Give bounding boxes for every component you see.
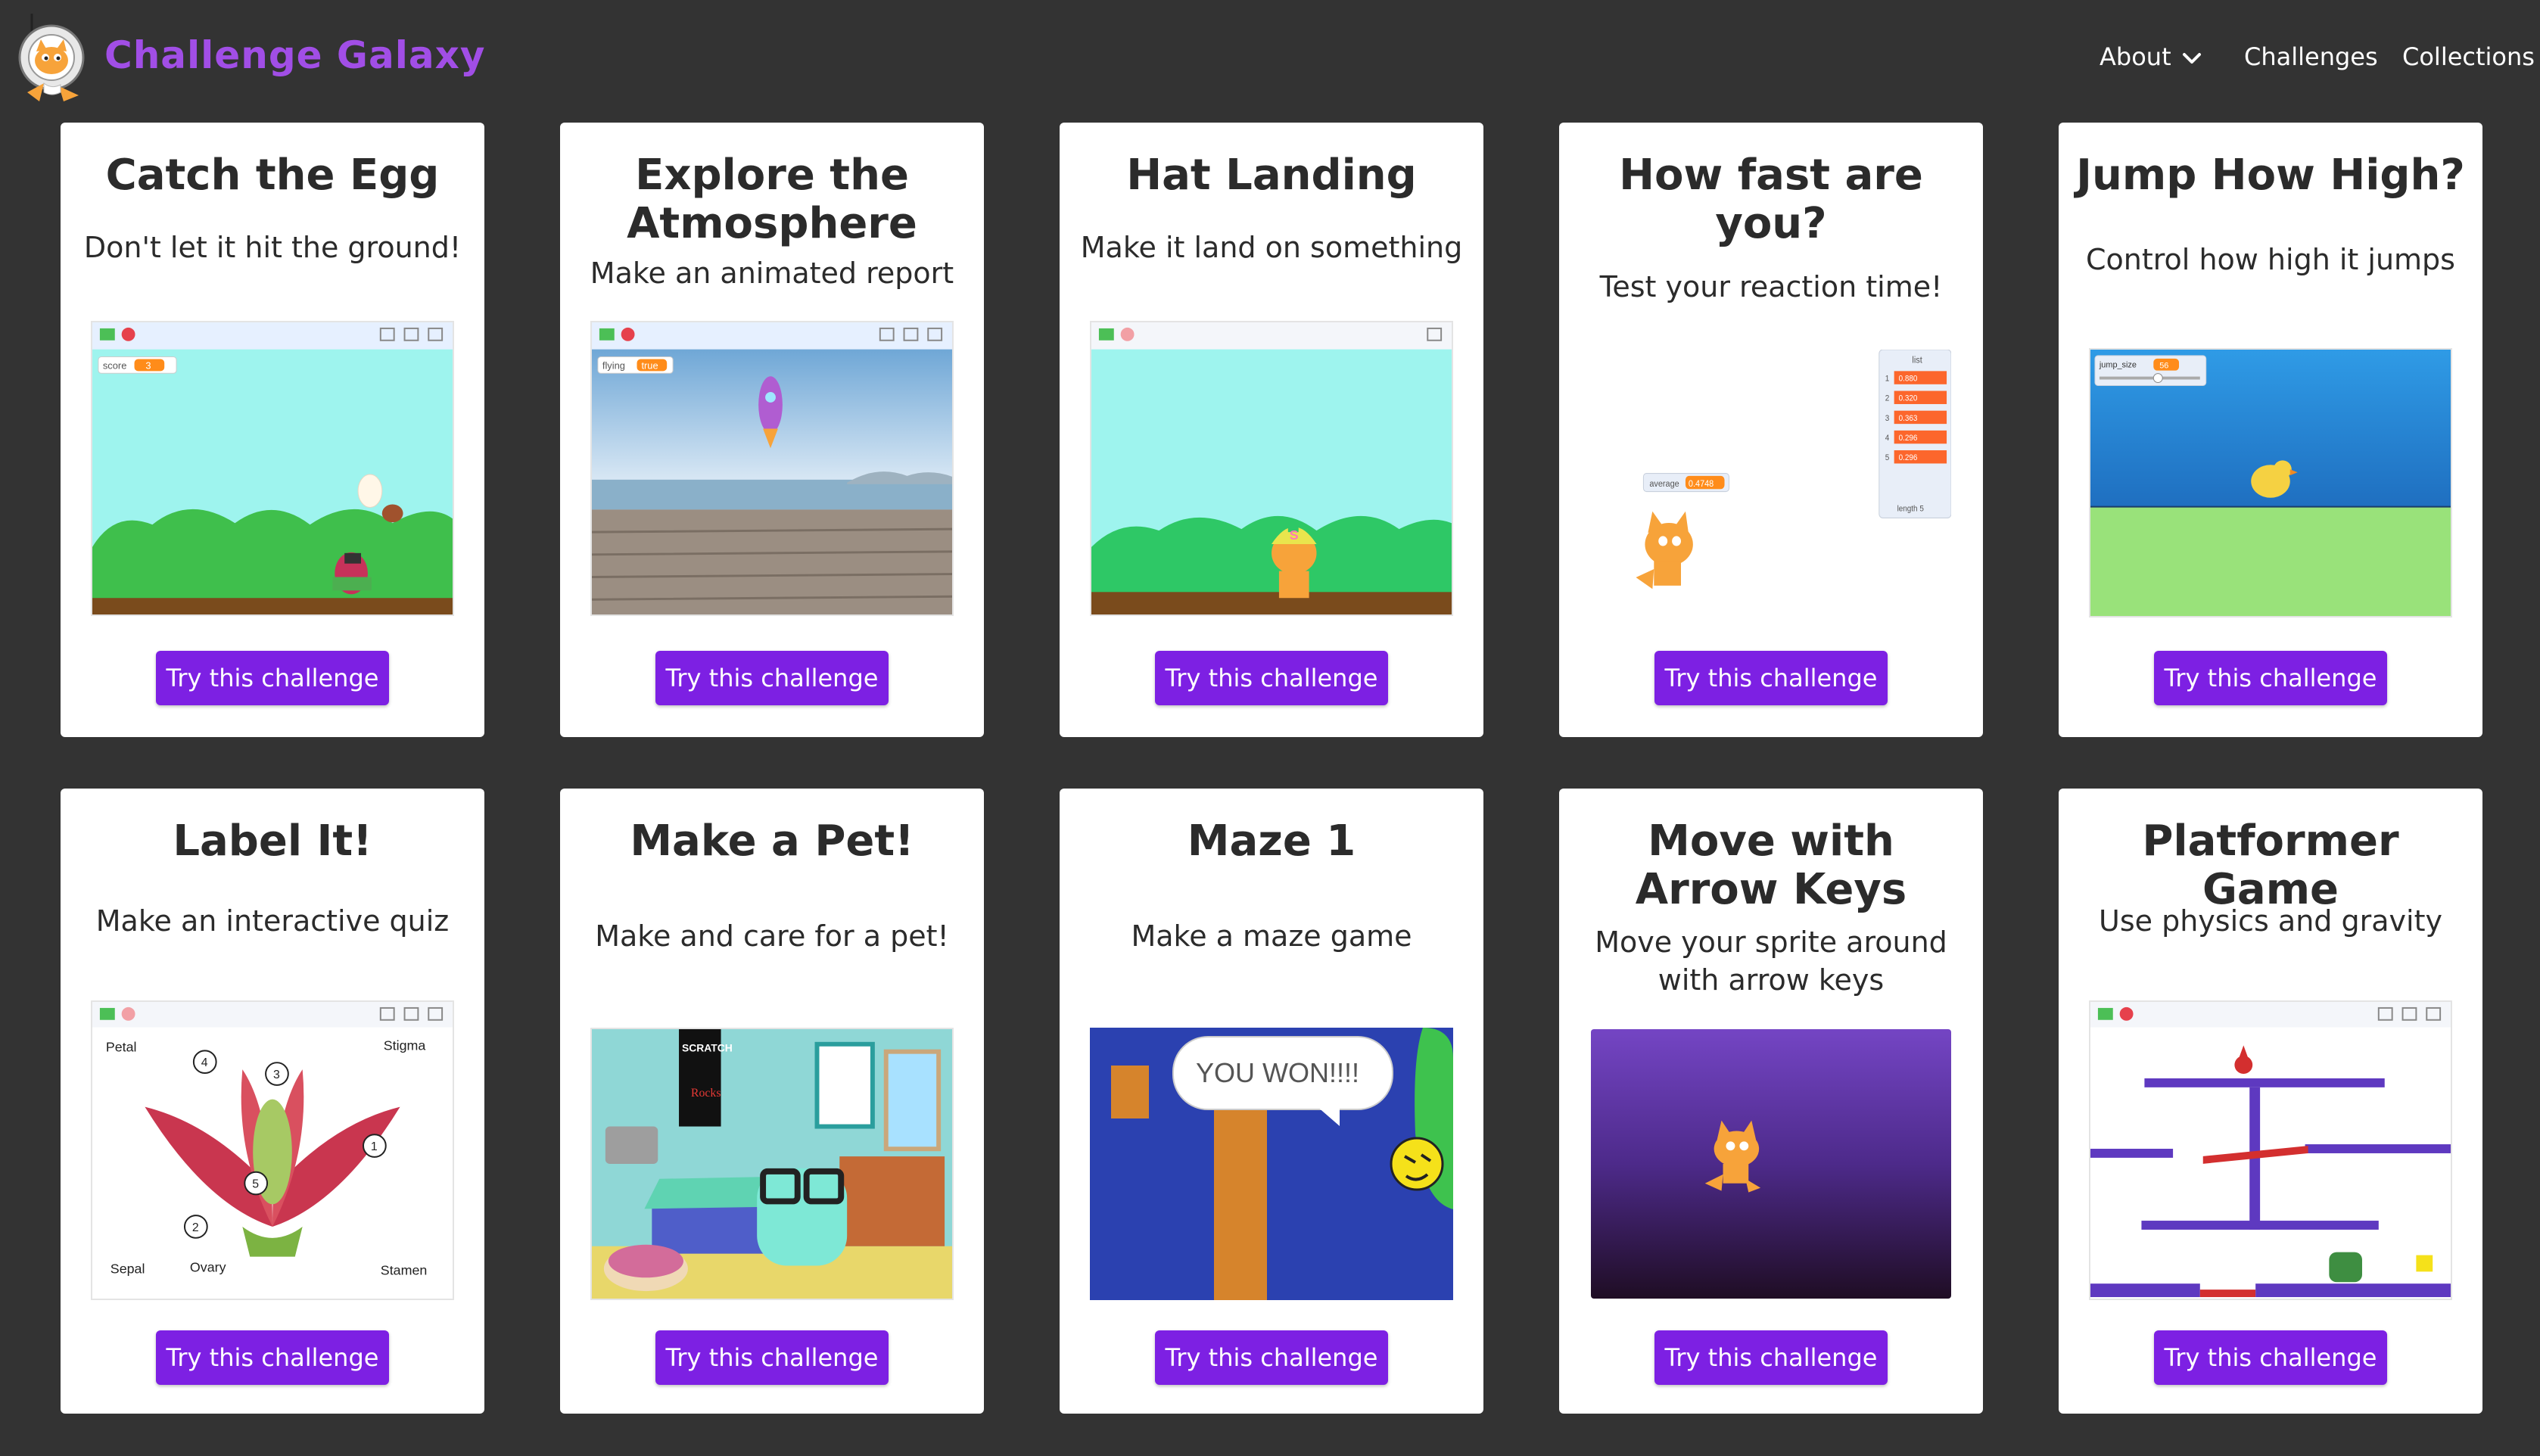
- try-challenge-button[interactable]: Try this challenge: [655, 651, 889, 705]
- card-title: Maze 1: [1187, 817, 1356, 866]
- score-label: score: [103, 359, 126, 371]
- project-thumbnail: list 1 0.880 2 0.320 3 0.363 4 0.296 5 0…: [1589, 348, 1953, 643]
- svg-text:Ovary: Ovary: [190, 1259, 226, 1274]
- card-subtitle: Make an animated report: [590, 257, 954, 290]
- scratch-cat-astronaut-logo[interactable]: [14, 14, 101, 104]
- nav-collections[interactable]: Collections: [2402, 42, 2535, 71]
- svg-text:length 5: length 5: [1897, 505, 1924, 514]
- card-title: Label It!: [173, 817, 372, 866]
- card-subtitle: Make it land on something: [1080, 231, 1463, 264]
- svg-text:3: 3: [1885, 414, 1890, 423]
- chevron-down-icon: [2182, 53, 2201, 64]
- svg-text:Stigma: Stigma: [384, 1038, 426, 1053]
- svg-text:list: list: [1912, 356, 1922, 366]
- project-thumbnail: SCRATCH Rocks: [590, 1028, 954, 1300]
- card-subtitle: Control how high it jumps: [2086, 243, 2455, 276]
- card-title: Make a Pet!: [630, 817, 914, 866]
- challenge-card-label-it: Label It! Make an interactive quiz Petal…: [61, 789, 484, 1414]
- card-title: How fast are you?: [1619, 151, 1923, 248]
- project-thumbnail: score 3: [91, 321, 454, 616]
- card-title: Platformer Game: [2142, 817, 2399, 914]
- svg-text:2: 2: [1885, 394, 1890, 403]
- card-title: Explore the Atmosphere: [627, 151, 917, 248]
- challenge-card-hat-landing: Hat Landing Make it land on something S …: [1060, 123, 1483, 737]
- svg-text:0.4748: 0.4748: [1689, 480, 1714, 490]
- challenge-card-make-a-pet: Make a Pet! Make and care for a pet! SCR…: [560, 789, 984, 1414]
- card-subtitle: Make an interactive quiz: [95, 904, 450, 938]
- speech-bubble-text: YOU WON!!!!: [1196, 1057, 1359, 1088]
- svg-text:Stamen: Stamen: [381, 1262, 428, 1277]
- navbar: Challenge Galaxy About Challenges Collec…: [0, 0, 2540, 114]
- challenge-card-how-fast-are-you: How fast are you? Test your reaction tim…: [1559, 123, 1983, 737]
- project-thumbnail: [1589, 1028, 1953, 1300]
- svg-text:jump_size: jump_size: [2099, 361, 2137, 370]
- svg-text:3: 3: [273, 1069, 280, 1081]
- svg-text:true: true: [641, 359, 658, 371]
- try-challenge-button[interactable]: Try this challenge: [2154, 1330, 2387, 1385]
- svg-text:flying: flying: [602, 359, 625, 371]
- card-title: Catch the Egg: [105, 151, 440, 200]
- svg-text:SCRATCH: SCRATCH: [682, 1042, 733, 1054]
- svg-text:S: S: [1290, 527, 1299, 543]
- svg-text:2: 2: [192, 1221, 199, 1234]
- challenge-card-platformer-game: Platformer Game Use physics and gravity: [2059, 789, 2482, 1414]
- svg-text:4: 4: [1885, 434, 1890, 443]
- brand-title[interactable]: Challenge Galaxy: [104, 33, 485, 77]
- challenge-card-explore-the-atmosphere: Explore the Atmosphere Make an animated …: [560, 123, 984, 737]
- card-subtitle: Don't let it hit the ground!: [83, 231, 462, 264]
- card-subtitle: Test your reaction time!: [1599, 270, 1943, 303]
- stop-icon: [121, 327, 135, 341]
- try-challenge-button[interactable]: Try this challenge: [1155, 1330, 1388, 1385]
- svg-text:Rocks: Rocks: [691, 1087, 721, 1100]
- svg-text:5: 5: [1885, 454, 1890, 463]
- card-subtitle: Make and care for a pet!: [595, 919, 949, 953]
- card-subtitle: Use physics and gravity: [2099, 904, 2442, 938]
- try-challenge-button[interactable]: Try this challenge: [655, 1330, 889, 1385]
- svg-text:0.296: 0.296: [1899, 454, 1918, 463]
- svg-text:Petal: Petal: [106, 1039, 137, 1054]
- project-thumbnail: [2089, 1000, 2452, 1300]
- project-thumbnail: Petal Stigma Sepal Ovary Stamen 4 3 1 5 …: [91, 1000, 454, 1300]
- svg-text:0.296: 0.296: [1899, 434, 1918, 443]
- project-thumbnail: YOU WON!!!!: [1090, 1028, 1453, 1300]
- green-flag-icon: [99, 328, 115, 341]
- svg-text:average: average: [1649, 480, 1679, 490]
- card-title: Hat Landing: [1126, 151, 1417, 200]
- try-challenge-button[interactable]: Try this challenge: [156, 1330, 389, 1385]
- card-title: Jump How High?: [2076, 151, 2465, 200]
- card-subtitle: Move your sprite around with arrow keys: [1595, 926, 1947, 997]
- card-subtitle: Make a maze game: [1131, 919, 1412, 953]
- svg-text:0.320: 0.320: [1899, 394, 1918, 403]
- challenge-card-jump-how-high: Jump How High? Control how high it jumps…: [2059, 123, 2482, 737]
- challenge-card-move-with-arrow-keys: Move with Arrow Keys Move your sprite ar…: [1559, 789, 1983, 1414]
- nav-about-dropdown[interactable]: About: [2100, 42, 2202, 71]
- try-challenge-button[interactable]: Try this challenge: [2154, 651, 2387, 705]
- svg-text:1: 1: [371, 1140, 378, 1153]
- card-title: Move with Arrow Keys: [1635, 817, 1907, 914]
- svg-text:0.880: 0.880: [1899, 375, 1918, 384]
- challenge-card-maze-1: Maze 1 Make a maze game YOU WON!!!! Try …: [1060, 789, 1483, 1414]
- svg-text:Sepal: Sepal: [111, 1261, 145, 1276]
- score-value: 3: [145, 359, 151, 371]
- nav-about-label: About: [2100, 42, 2171, 71]
- try-challenge-button[interactable]: Try this challenge: [1654, 651, 1888, 705]
- project-thumbnail: S: [1090, 321, 1453, 616]
- try-challenge-button[interactable]: Try this challenge: [156, 651, 389, 705]
- project-thumbnail: flying true: [590, 321, 954, 616]
- svg-text:0.363: 0.363: [1899, 414, 1918, 423]
- try-challenge-button[interactable]: Try this challenge: [1155, 651, 1388, 705]
- svg-text:56: 56: [2159, 362, 2168, 371]
- project-thumbnail: jump_size 56: [2089, 348, 2452, 618]
- svg-text:4: 4: [201, 1056, 208, 1069]
- svg-text:1: 1: [1885, 375, 1890, 384]
- nav-challenges[interactable]: Challenges: [2244, 42, 2378, 71]
- svg-text:5: 5: [252, 1178, 259, 1191]
- try-challenge-button[interactable]: Try this challenge: [1654, 1330, 1888, 1385]
- challenge-card-catch-the-egg: Catch the Egg Don't let it hit the groun…: [61, 123, 484, 737]
